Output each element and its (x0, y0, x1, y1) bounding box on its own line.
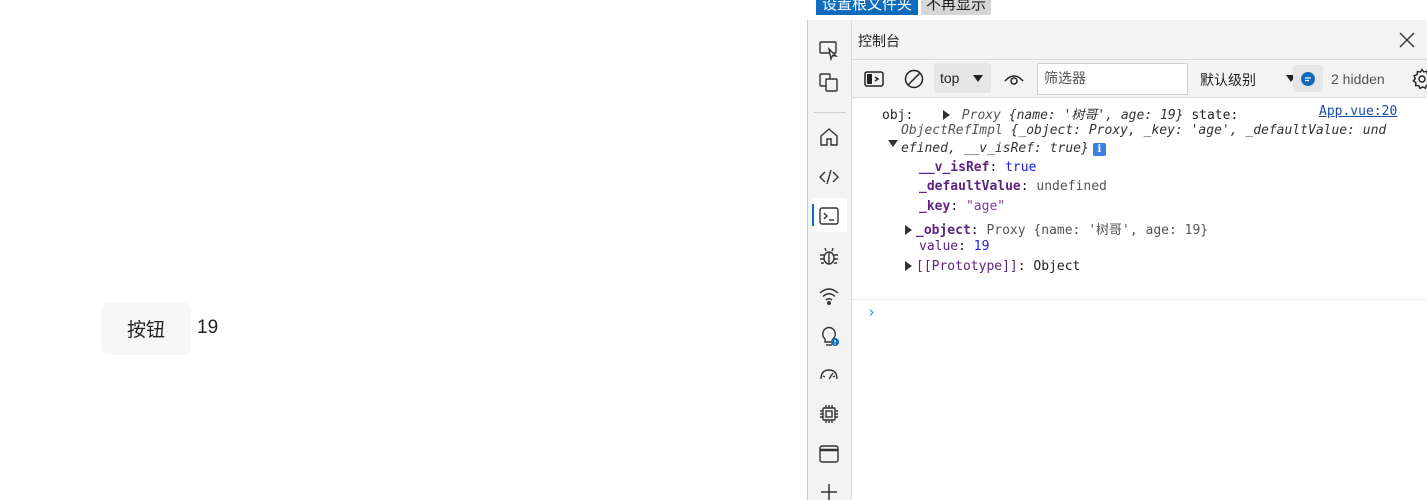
devtools-activity-bar (808, 20, 852, 500)
prop-sep: : (970, 223, 987, 238)
prop-key: _object (916, 223, 971, 238)
app-value-text: 19 (197, 317, 219, 338)
performance-gauge-icon[interactable] (816, 362, 842, 388)
prop-sep: : (1020, 179, 1037, 194)
page-viewport: 按钮 19 (0, 0, 807, 500)
source-link[interactable]: App.vue:20 (1319, 104, 1397, 119)
hidden-messages-count: 2 hidden (1331, 71, 1385, 87)
prop-value: Proxy {name: '树哥', age: 19} (986, 223, 1209, 238)
inspect-element-icon[interactable] (816, 37, 842, 63)
activity-separator (814, 112, 846, 113)
collapse-triangle-icon[interactable] (888, 140, 898, 147)
dont-show-again-button[interactable]: 不再显示 (921, 0, 992, 15)
expand-triangle-icon[interactable] (905, 261, 912, 271)
filter-input[interactable] (1037, 63, 1188, 95)
collapse-triangle[interactable] (888, 137, 898, 152)
prop-sep: : (958, 239, 974, 254)
app-button[interactable]: 按钮 (101, 302, 191, 355)
prop-key: value (919, 239, 959, 254)
console-icon[interactable] (816, 203, 842, 229)
more-tools-plus-icon[interactable] (816, 479, 842, 500)
active-tool-indicator (812, 204, 814, 226)
set-root-folder-button[interactable]: 设置根文件夹 (816, 0, 919, 15)
expand-triangle-icon[interactable] (942, 110, 950, 120)
console-prompt-chevron-icon[interactable]: › (867, 303, 876, 321)
prop-value: undefined (1036, 179, 1107, 194)
obj-preview-type[interactable]: Proxy (962, 108, 1001, 123)
state-label: state: (1191, 108, 1239, 123)
state-preview-line2: efined, __v_isRef: true} i (901, 141, 1106, 156)
issues-badge[interactable] (1293, 65, 1323, 92)
live-expression-eye-icon[interactable] (1002, 67, 1026, 91)
log-line-obj: obj: Proxy {name: '树哥', age: 19} state: (882, 104, 1238, 123)
devtools-tab-header: 控制台 (852, 20, 1427, 60)
prop-row-v-isref: __v_isRef: true (919, 160, 1036, 175)
context-value: top (940, 70, 960, 86)
expand-triangle-icon[interactable] (905, 225, 912, 235)
prop-key: __v_isRef (919, 160, 990, 175)
prop-sep: : (1017, 259, 1034, 274)
prop-row-value: value: 19 (919, 239, 989, 254)
prop-value: "age" (965, 199, 1006, 214)
bug-sources-icon[interactable] (816, 243, 842, 269)
prop-sep: : (989, 160, 1006, 175)
memory-chip-icon[interactable] (816, 401, 842, 427)
info-icon[interactable]: i (1092, 143, 1106, 156)
prop-key: _key (919, 199, 951, 214)
prop-sep: : (950, 199, 966, 214)
close-icon[interactable] (1395, 28, 1419, 52)
prop-value: Object (1033, 259, 1081, 274)
network-wifi-icon[interactable] (816, 283, 842, 309)
state-preview-text1: {_object: Proxy, _key: 'age', _defaultVa… (1010, 123, 1387, 138)
log-levels-dropdown[interactable]: 默认级别 (1200, 70, 1256, 90)
clear-console-icon[interactable] (902, 67, 926, 91)
prop-row-prototype[interactable]: [[Prototype]]: Object (905, 259, 1080, 274)
prop-value: true (1005, 160, 1037, 175)
devtools-panel: 控制台 top 默认级别 2 hidden obj: (807, 20, 1427, 500)
console-output: obj: Proxy {name: '树哥', age: 19} state: … (852, 98, 1427, 500)
prop-row-key: _key: "age" (919, 199, 1005, 214)
console-tab-title[interactable]: 控制台 (858, 31, 900, 51)
state-preview-line1[interactable]: ObjectRefImpl {_object: Proxy, _key: 'ag… (888, 123, 1386, 138)
home-icon[interactable] (816, 124, 842, 150)
console-divider (852, 299, 1427, 300)
prop-key: _defaultValue (919, 179, 1021, 194)
state-type: ObjectRefImpl (901, 123, 1003, 138)
device-emulation-icon[interactable] (816, 69, 842, 95)
prop-key: [[Prototype]] (916, 259, 1018, 274)
obj-label: obj: (882, 108, 914, 123)
message-icon (1301, 71, 1315, 86)
gear-icon[interactable] (1410, 67, 1427, 91)
prop-row-object[interactable]: _object: Proxy {name: '树哥', age: 19} (905, 219, 1208, 238)
state-preview-text2: efined, __v_isRef: true} (901, 141, 1089, 156)
application-window-icon[interactable] (816, 441, 842, 467)
console-toolbar: top 默认级别 2 hidden (852, 60, 1427, 98)
chevron-down-icon (973, 75, 983, 82)
prop-row-default-value: _defaultValue: undefined (919, 179, 1107, 194)
performance-insights-icon[interactable] (816, 323, 842, 349)
prop-value: 19 (973, 239, 990, 254)
context-selector[interactable]: top (934, 63, 991, 93)
obj-preview-body[interactable]: {name: '树哥', age: 19} (1009, 108, 1184, 123)
elements-code-icon[interactable] (816, 164, 842, 190)
toggle-sidebar-icon[interactable] (862, 67, 886, 91)
